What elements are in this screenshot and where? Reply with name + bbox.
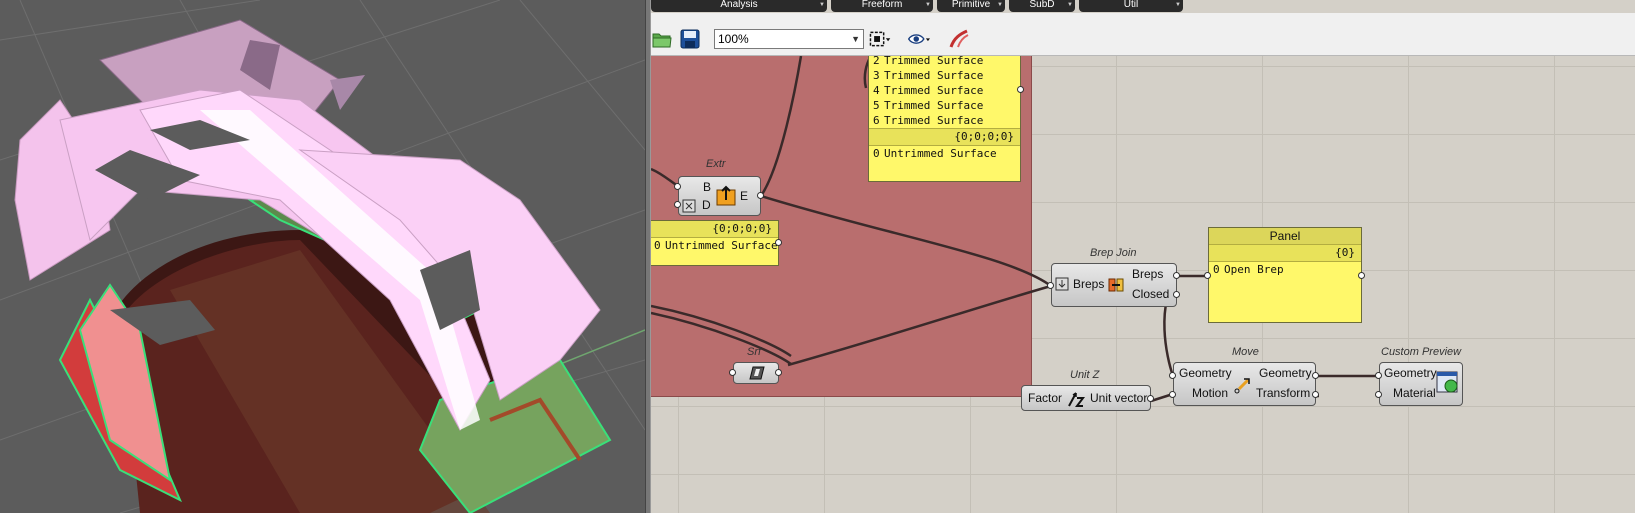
data-path: {0;0;0;0} bbox=[869, 128, 1020, 146]
input-port[interactable] bbox=[1375, 391, 1382, 398]
component-label-unit-z: Unit Z bbox=[1070, 369, 1100, 381]
output-port[interactable] bbox=[1312, 391, 1319, 398]
output-port[interactable] bbox=[775, 369, 782, 376]
component-label-brep-join: Brep Join bbox=[1090, 247, 1137, 259]
panel-title: Panel bbox=[1209, 228, 1361, 245]
input-port[interactable] bbox=[1169, 391, 1176, 398]
eye-icon[interactable] bbox=[908, 28, 930, 50]
component-label-move: Move bbox=[1232, 346, 1259, 358]
unit-z-icon bbox=[1068, 392, 1085, 407]
chevron-down-icon: ▼ bbox=[851, 34, 860, 44]
unit-z-component[interactable]: Factor Unit vector bbox=[1021, 385, 1151, 411]
extrude-icon bbox=[716, 185, 736, 206]
component-label-srf: Srf bbox=[747, 346, 762, 358]
graft-icon bbox=[682, 199, 696, 213]
tab-analysis[interactable]: Analysis ▼ bbox=[651, 0, 827, 12]
output-closed: Closed bbox=[1132, 287, 1170, 301]
input-geometry: Geometry bbox=[1179, 366, 1232, 380]
component-label-extr: Extr bbox=[706, 158, 726, 170]
data-path: {0;0;0;0} bbox=[651, 221, 778, 238]
input-geometry: Geometry bbox=[1384, 366, 1437, 380]
surface-parameter[interactable] bbox=[733, 362, 779, 384]
brep-join-component[interactable]: Breps Breps Closed bbox=[1051, 263, 1177, 307]
output-port[interactable] bbox=[757, 192, 764, 199]
input-port[interactable] bbox=[674, 183, 681, 190]
output-port[interactable] bbox=[1173, 291, 1180, 298]
tab-caret-icon: ▼ bbox=[925, 2, 931, 8]
component-tab-bar: Analysis ▼ Freeform ▼ Primitive ▼ SubD ▼ Uti… bbox=[651, 0, 1635, 13]
tab-label: Util bbox=[1123, 0, 1139, 10]
tab-label: Freeform bbox=[861, 0, 903, 10]
input-port[interactable] bbox=[1047, 282, 1054, 289]
tab-subd[interactable]: SubD ▼ bbox=[1009, 0, 1075, 12]
output-port[interactable] bbox=[1312, 372, 1319, 379]
zoom-value: 100% bbox=[718, 32, 749, 46]
panel-output-port[interactable] bbox=[1358, 272, 1365, 279]
list-item: 3 Trimmed Surface bbox=[873, 69, 984, 82]
preview-icon bbox=[1436, 371, 1458, 393]
tab-label: SubD bbox=[1029, 0, 1055, 10]
output-port[interactable] bbox=[1173, 272, 1180, 279]
input-b: B bbox=[703, 180, 712, 194]
list-item: 0 Untrimmed Surface bbox=[654, 239, 778, 252]
folder-icon[interactable] bbox=[651, 28, 673, 50]
extrude-component[interactable]: B D E bbox=[678, 176, 761, 216]
grasshopper-canvas[interactable]: 2 Trimmed Surface 3 Trimmed Surface 4 Trimm… bbox=[651, 56, 1635, 513]
panel-input-port[interactable] bbox=[1204, 272, 1211, 279]
input-port[interactable] bbox=[1375, 372, 1382, 379]
surface-icon bbox=[749, 366, 765, 380]
tab-freeform[interactable]: Freeform ▼ bbox=[831, 0, 933, 12]
panel-surfaces[interactable]: 2 Trimmed Surface 3 Trimmed Surface 4 Trimm… bbox=[868, 56, 1021, 182]
output-e: E bbox=[740, 189, 749, 203]
list-item: 4 Trimmed Surface bbox=[873, 84, 984, 97]
output-breps: Breps bbox=[1132, 267, 1164, 281]
input-motion: Motion bbox=[1192, 386, 1229, 400]
output-geometry: Geometry bbox=[1259, 366, 1312, 380]
tab-util[interactable]: Util ▼ bbox=[1079, 0, 1183, 12]
input-port[interactable] bbox=[674, 201, 681, 208]
list-item: 0 Open Brep bbox=[1213, 263, 1284, 276]
flatten-icon bbox=[1055, 277, 1069, 291]
output-port[interactable] bbox=[1147, 395, 1154, 402]
list-item: 6 Trimmed Surface bbox=[873, 114, 984, 127]
viewport-scene bbox=[0, 0, 645, 513]
move-icon bbox=[1234, 378, 1250, 394]
brep-join-icon bbox=[1108, 278, 1124, 292]
tab-primitive[interactable]: Primitive ▼ bbox=[937, 0, 1005, 12]
output-transform: Transform bbox=[1256, 386, 1311, 400]
list-item: 0 Untrimmed Surface bbox=[873, 147, 997, 160]
pen-icon[interactable] bbox=[948, 28, 970, 50]
grasshopper-window: Analysis ▼ Freeform ▼ Primitive ▼ SubD ▼ Uti… bbox=[651, 0, 1635, 513]
list-item: 5 Trimmed Surface bbox=[873, 99, 984, 112]
input-port[interactable] bbox=[1169, 372, 1176, 379]
tab-caret-icon: ▼ bbox=[997, 2, 1003, 8]
zoom-extents-icon[interactable] bbox=[869, 28, 891, 50]
list-item: 2 Trimmed Surface bbox=[873, 56, 984, 67]
tab-label: Analysis bbox=[720, 0, 758, 10]
input-port[interactable] bbox=[729, 369, 736, 376]
floppy-disk-icon[interactable] bbox=[679, 28, 701, 50]
tab-caret-icon: ▼ bbox=[1067, 2, 1073, 8]
output-unit-vector: Unit vector bbox=[1090, 391, 1148, 405]
tab-label: Primitive bbox=[951, 0, 991, 10]
panel-output-port[interactable] bbox=[775, 239, 782, 246]
tab-caret-icon: ▼ bbox=[1175, 2, 1181, 8]
input-d: D bbox=[702, 198, 711, 212]
input-factor: Factor bbox=[1028, 391, 1063, 405]
move-component[interactable]: Geometry Motion Geometry Transform bbox=[1173, 362, 1316, 406]
input-breps: Breps bbox=[1073, 277, 1105, 291]
panel-untrimmed[interactable]: {0;0;0;0} 0 Untrimmed Surface bbox=[651, 220, 779, 266]
input-material: Material bbox=[1393, 386, 1436, 400]
rhino-viewport[interactable] bbox=[0, 0, 645, 513]
panel-output-port[interactable] bbox=[1017, 86, 1024, 93]
tab-caret-icon: ▼ bbox=[819, 2, 825, 8]
panel-result[interactable]: Panel {0} 0 Open Brep bbox=[1208, 227, 1362, 323]
custom-preview-component[interactable]: Geometry Material bbox=[1379, 362, 1463, 406]
data-path: {0} bbox=[1209, 245, 1361, 262]
component-label-custom-preview: Custom Preview bbox=[1381, 346, 1462, 358]
zoom-dropdown[interactable]: 100% ▼ bbox=[714, 29, 864, 49]
